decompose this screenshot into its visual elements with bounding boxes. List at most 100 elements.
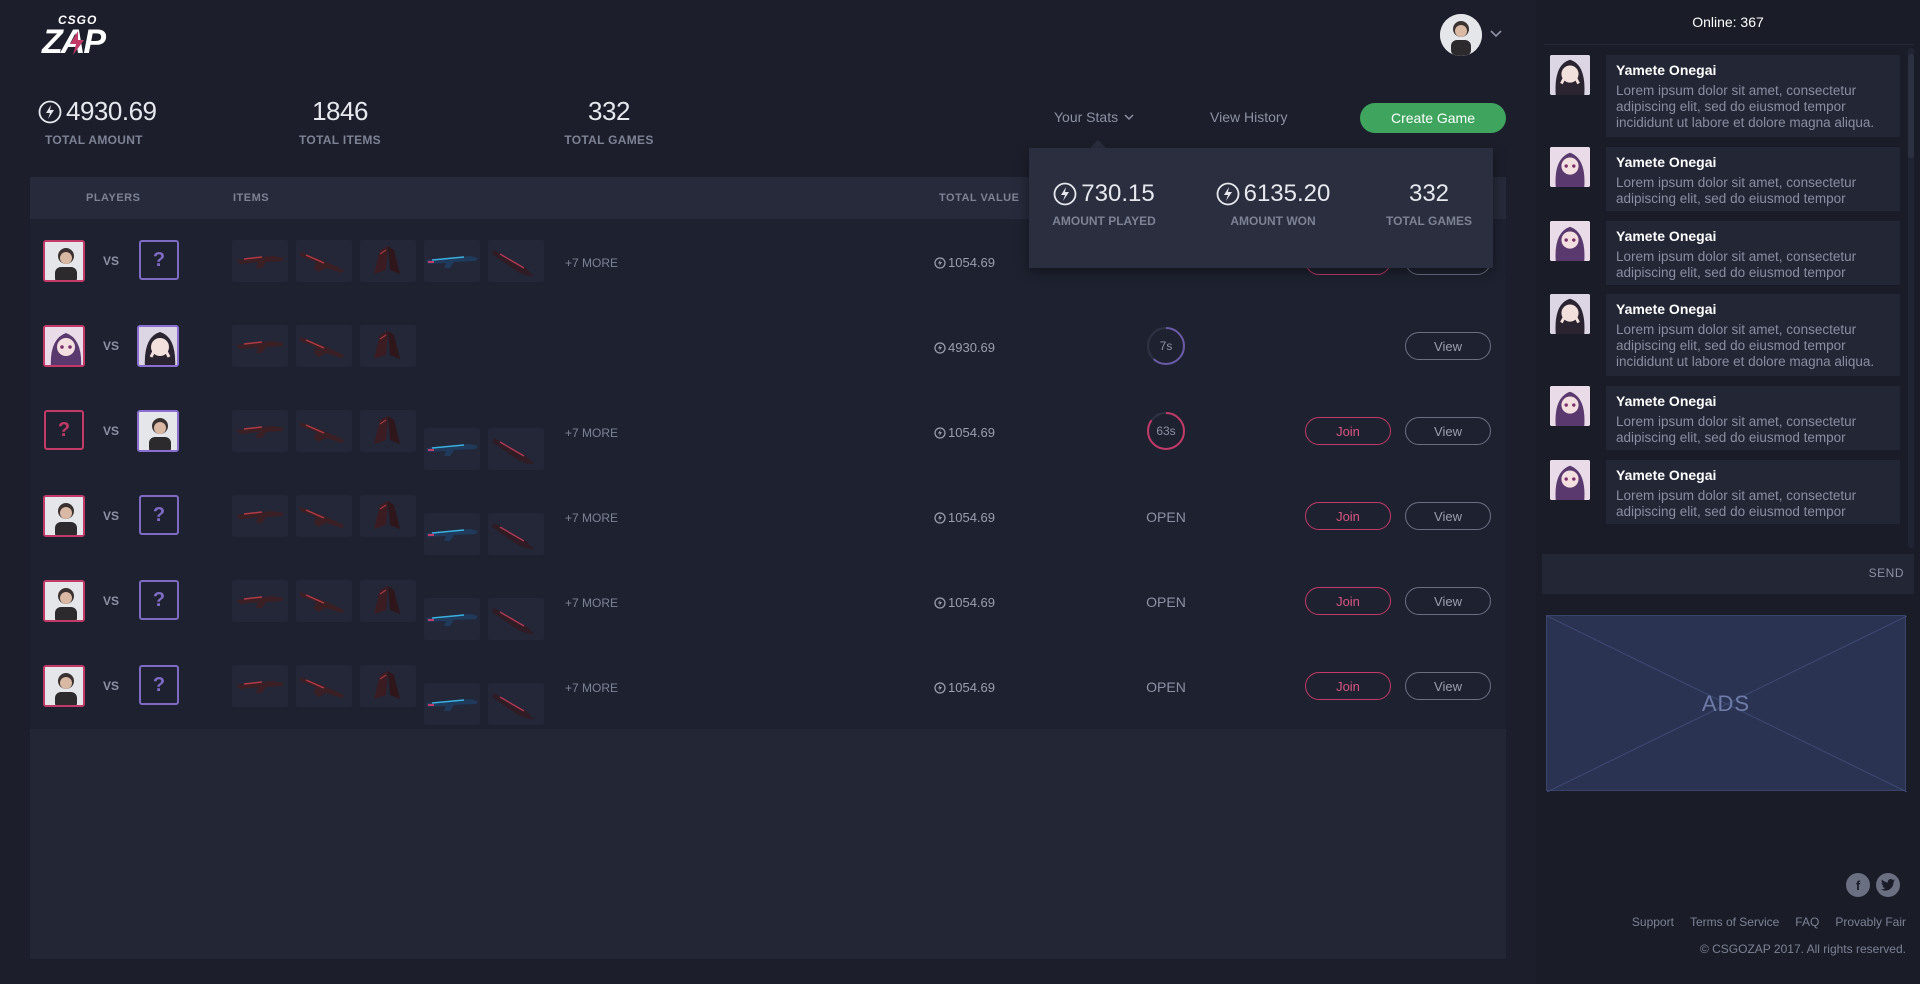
skin-item-thumbnail[interactable] (296, 240, 352, 282)
ads-banner[interactable]: ADS (1546, 615, 1907, 792)
skin-item-thumbnail[interactable] (296, 580, 352, 622)
chat-avatar[interactable] (1550, 294, 1590, 334)
chat-avatar[interactable] (1550, 386, 1590, 426)
chat-username[interactable]: Yamete Onegai (1616, 393, 1890, 409)
bolt-icon (1053, 182, 1077, 206)
chat-username[interactable]: Yamete Onegai (1616, 467, 1890, 483)
more-items-label[interactable]: +7 MORE (565, 681, 618, 695)
chat-username[interactable]: Yamete Onegai (1616, 62, 1890, 78)
your-stats-dropdown: 730.15 AMOUNT PLAYED 6135.20 AMOUNT WON … (1029, 148, 1493, 268)
skin-item-thumbnail[interactable] (232, 410, 288, 452)
skin-item-thumbnail[interactable] (296, 495, 352, 537)
chat-bubble: Yamete Onegai Lorem ipsum dolor sit amet… (1606, 55, 1900, 137)
view-button[interactable]: View (1405, 502, 1491, 530)
site-logo[interactable]: CSGO ZAP (42, 13, 108, 61)
chat-avatar[interactable] (1550, 221, 1590, 261)
skin-item-thumbnail[interactable] (232, 580, 288, 622)
skin-item-thumbnail[interactable] (360, 410, 416, 452)
skin-item-thumbnail[interactable] (360, 325, 416, 367)
total-value: 1054.69 (934, 255, 995, 270)
footer-link-faq[interactable]: FAQ (1795, 915, 1819, 929)
chat-message: Yamete Onegai Lorem ipsum dolor sit amet… (1550, 460, 1912, 524)
facebook-icon[interactable]: f (1846, 873, 1870, 897)
chat-username[interactable]: Yamete Onegai (1616, 228, 1890, 244)
chat-sidebar: Online: 367 Yamete Onegai Lorem ipsum do… (1536, 0, 1920, 984)
chat-avatar[interactable] (1550, 55, 1590, 95)
skin-item-thumbnail[interactable] (488, 240, 544, 282)
skin-item-thumbnail[interactable] (424, 683, 480, 725)
skin-item-thumbnail[interactable] (232, 495, 288, 537)
skin-item-thumbnail[interactable] (424, 240, 480, 282)
player1-avatar[interactable] (43, 240, 85, 282)
summary-value: 4930.69 (66, 96, 157, 126)
skin-item-thumbnail[interactable] (296, 325, 352, 367)
more-items-label[interactable]: +7 MORE (565, 256, 618, 270)
skin-item-thumbnail[interactable] (360, 580, 416, 622)
skin-item-thumbnail[interactable] (232, 325, 288, 367)
twitter-icon[interactable] (1876, 873, 1900, 897)
skin-item-thumbnail[interactable] (488, 513, 544, 555)
total-value-amount: 1054.69 (948, 510, 995, 525)
player1-avatar[interactable] (43, 665, 85, 707)
view-button[interactable]: View (1405, 332, 1491, 360)
skin-item-thumbnail[interactable] (424, 513, 480, 555)
footer-link-provably-fair[interactable]: Provably Fair (1835, 915, 1906, 929)
footer-link-support[interactable]: Support (1632, 915, 1674, 929)
countdown-text: 63s (1156, 424, 1176, 438)
summary-total-items: 1846 TOTAL ITEMS (290, 96, 390, 147)
more-items-label[interactable]: +7 MORE (565, 511, 618, 525)
game-status: OPEN (1146, 594, 1186, 610)
skin-item-thumbnail[interactable] (232, 240, 288, 282)
skin-item-thumbnail[interactable] (488, 428, 544, 470)
header-total-value: TOTAL VALUE (939, 192, 1020, 204)
skin-item-thumbnail[interactable] (424, 428, 480, 470)
games-table: PLAYERS ITEMS TOTAL VALUE VS? +7 MORE 1054… (30, 177, 1506, 959)
game-status: OPEN (1146, 509, 1186, 525)
skin-item-thumbnail[interactable] (296, 665, 352, 707)
send-button[interactable]: SEND (1869, 566, 1904, 580)
chat-message-input[interactable] (1552, 564, 1832, 584)
view-button[interactable]: View (1405, 672, 1491, 700)
skin-item-thumbnail[interactable] (360, 495, 416, 537)
skin-item-thumbnail[interactable] (424, 598, 480, 640)
player1-avatar[interactable] (43, 495, 85, 537)
player1-avatar[interactable] (43, 325, 85, 367)
total-value-amount: 1054.69 (948, 595, 995, 610)
skin-item-thumbnail[interactable] (232, 665, 288, 707)
chat-bubble: Yamete Onegai Lorem ipsum dolor sit amet… (1606, 386, 1900, 450)
chat-avatar[interactable] (1550, 460, 1590, 500)
skin-item-thumbnail[interactable] (488, 683, 544, 725)
skin-item-thumbnail[interactable] (360, 665, 416, 707)
join-button[interactable]: Join (1305, 417, 1391, 445)
view-history-link[interactable]: View History (1210, 109, 1288, 125)
logo-bolt-icon (70, 31, 84, 55)
chat-text: Lorem ipsum dolor sit amet, consectetur … (1616, 175, 1857, 206)
vs-label: VS (103, 339, 120, 353)
chat-text: Lorem ipsum dolor sit amet, consectetur … (1616, 83, 1875, 130)
divider (1544, 44, 1914, 45)
create-game-button[interactable]: Create Game (1360, 103, 1506, 133)
footer-link-terms[interactable]: Terms of Service (1690, 915, 1779, 929)
player2-avatar[interactable] (137, 325, 179, 367)
skin-item-thumbnail[interactable] (488, 598, 544, 640)
player2-avatar[interactable] (137, 410, 179, 452)
your-stats-toggle[interactable]: Your Stats (1054, 109, 1134, 125)
user-avatar[interactable] (1440, 14, 1482, 56)
chat-username[interactable]: Yamete Onegai (1616, 154, 1890, 170)
header-items: ITEMS (233, 192, 270, 204)
player1-avatar[interactable] (43, 580, 85, 622)
join-button[interactable]: Join (1305, 672, 1391, 700)
view-button[interactable]: View (1405, 417, 1491, 445)
more-items-label[interactable]: +7 MORE (565, 426, 618, 440)
total-value-amount: 1054.69 (948, 255, 995, 270)
empty-slot-question-icon: ? (139, 580, 179, 620)
join-button[interactable]: Join (1305, 502, 1391, 530)
chat-username[interactable]: Yamete Onegai (1616, 301, 1890, 317)
view-button[interactable]: View (1405, 587, 1491, 615)
more-items-label[interactable]: +7 MORE (565, 596, 618, 610)
skin-item-thumbnail[interactable] (296, 410, 352, 452)
join-button[interactable]: Join (1305, 587, 1391, 615)
chevron-down-icon[interactable] (1490, 30, 1502, 38)
chat-avatar[interactable] (1550, 147, 1590, 187)
skin-item-thumbnail[interactable] (360, 240, 416, 282)
